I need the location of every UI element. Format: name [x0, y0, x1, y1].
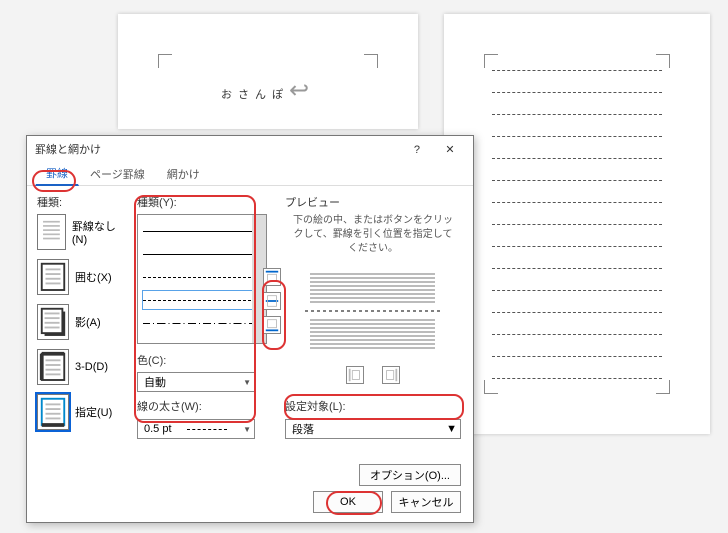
settings-label: 種類:	[37, 194, 125, 210]
setting-3d-icon	[37, 349, 69, 385]
border-left-button[interactable]	[346, 366, 364, 384]
cancel-button[interactable]: キャンセル	[391, 491, 461, 513]
help-button[interactable]: ?	[402, 144, 432, 156]
setting-label: 影(A)	[75, 314, 101, 330]
ruled-line	[492, 312, 662, 313]
ruled-line	[492, 158, 662, 159]
setting-none-icon	[37, 214, 66, 250]
crop-mark	[364, 54, 378, 68]
tab-shading[interactable]: 網かけ	[156, 161, 211, 186]
dialog-tabs: 罫線 ページ罫線 網かけ	[27, 162, 473, 186]
setting-label: 3-D(D)	[75, 361, 108, 373]
setting-box-icon	[37, 259, 69, 295]
setting-none[interactable]: 罫線なし(N)	[37, 214, 125, 250]
color-dropdown[interactable]: 自動 ▼	[137, 372, 255, 392]
ruled-line	[492, 378, 662, 379]
close-button[interactable]: ✕	[435, 143, 465, 156]
return-icon: ↩	[289, 77, 315, 104]
color-value: 自動	[144, 374, 166, 390]
preview-stage[interactable]	[285, 268, 461, 358]
borders-shading-dialog: 罫線と網かけ ? ✕ 罫線 ページ罫線 網かけ 種類: 罫線なし(N) 囲む(X…	[26, 135, 474, 523]
setting-shadow-icon	[37, 304, 69, 340]
ruled-line	[492, 246, 662, 247]
tab-borders[interactable]: 罫線	[35, 160, 79, 186]
doc-page-left: おさんぽ↩	[118, 14, 418, 129]
preview-hint: 下の絵の中、またはボタンをクリックして、罫線を引く位置を指定してください。	[285, 214, 461, 256]
setting-label: 囲む(X)	[75, 269, 112, 285]
ok-button[interactable]: OK	[313, 491, 383, 513]
setting-label: 指定(U)	[75, 404, 112, 420]
applyto-value: 段落	[292, 421, 314, 437]
ruled-line	[492, 180, 662, 181]
setting-box[interactable]: 囲む(X)	[37, 259, 125, 295]
applyto-dropdown[interactable]: 段落 ▼	[285, 419, 461, 439]
ruled-line	[492, 356, 662, 357]
width-dropdown[interactable]: 0.5 pt ▼	[137, 419, 255, 439]
dialog-titlebar[interactable]: 罫線と網かけ ? ✕	[27, 136, 473, 162]
width-label: 線の太さ(W):	[137, 398, 202, 414]
crop-mark	[484, 380, 498, 394]
crop-mark	[656, 54, 670, 68]
border-top-button[interactable]	[263, 268, 281, 286]
ruled-line	[492, 136, 662, 137]
border-bottom-button[interactable]	[263, 316, 281, 334]
linestyle-listbox[interactable]	[137, 214, 267, 344]
preview-label: プレビュー	[285, 194, 461, 210]
setting-custom-icon	[37, 394, 69, 430]
ruled-line	[492, 114, 662, 115]
ruled-line	[492, 268, 662, 269]
setting-custom[interactable]: 指定(U)	[37, 394, 125, 430]
tab-page-borders[interactable]: ページ罫線	[79, 161, 156, 186]
border-right-button[interactable]	[382, 366, 400, 384]
color-label: 色(C):	[137, 352, 267, 368]
ruled-line	[492, 334, 662, 335]
width-value: 0.5 pt	[144, 423, 172, 435]
ruled-line	[492, 224, 662, 225]
style-label: 種類(Y):	[137, 194, 267, 210]
setting-label: 罫線なし(N)	[72, 218, 125, 246]
setting-3d[interactable]: 3-D(D)	[37, 349, 125, 385]
doc-title-text: おさんぽ↩	[221, 69, 315, 106]
crop-mark	[158, 54, 172, 68]
doc-page-right	[444, 14, 710, 434]
crop-mark	[656, 380, 670, 394]
chevron-down-icon: ▼	[243, 425, 251, 434]
chevron-down-icon: ▼	[243, 378, 251, 387]
applyto-label: 設定対象(L):	[285, 398, 346, 414]
chevron-down-icon: ▼	[446, 423, 457, 435]
ruled-line	[492, 290, 662, 291]
ruled-line	[492, 202, 662, 203]
border-mid-button[interactable]	[263, 292, 281, 310]
width-preview-line	[187, 429, 227, 430]
dialog-title: 罫線と網かけ	[35, 141, 101, 157]
setting-shadow[interactable]: 影(A)	[37, 304, 125, 340]
ruled-line	[492, 70, 662, 71]
ruled-line	[492, 92, 662, 93]
crop-mark	[484, 54, 498, 68]
